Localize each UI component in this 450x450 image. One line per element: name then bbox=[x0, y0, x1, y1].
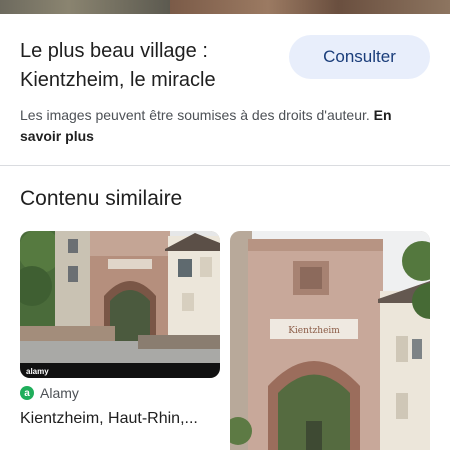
similar-image-2[interactable]: Kientzheim bbox=[230, 231, 430, 450]
section-divider bbox=[0, 165, 450, 166]
previous-image-strip bbox=[0, 0, 450, 14]
previous-image-right bbox=[170, 0, 450, 14]
alamy-icon: a bbox=[20, 386, 34, 400]
copyright-text: Les images peuvent être soumises à des d… bbox=[20, 107, 370, 123]
gate-photo-2: Kientzheim bbox=[230, 231, 430, 450]
similar-image-1[interactable]: alamy bbox=[20, 231, 220, 378]
copyright-notice: Les images peuvent être soumises à des d… bbox=[20, 105, 430, 147]
consult-button[interactable]: Consulter bbox=[289, 35, 430, 79]
card1-source-name: Alamy bbox=[40, 385, 79, 401]
gate-sign-text: Kientzheim bbox=[288, 326, 340, 336]
gate-photo-1: alamy bbox=[20, 231, 220, 378]
similar-content-heading: Contenu similaire bbox=[20, 187, 183, 210]
result-title[interactable]: Le plus beau village : Kientzheim, le mi… bbox=[20, 37, 270, 95]
previous-image-left bbox=[0, 0, 170, 14]
alamy-watermark: alamy bbox=[26, 367, 49, 376]
card1-source[interactable]: a Alamy bbox=[20, 385, 79, 401]
card1-caption[interactable]: Kientzheim, Haut-Rhin,... bbox=[20, 410, 220, 428]
